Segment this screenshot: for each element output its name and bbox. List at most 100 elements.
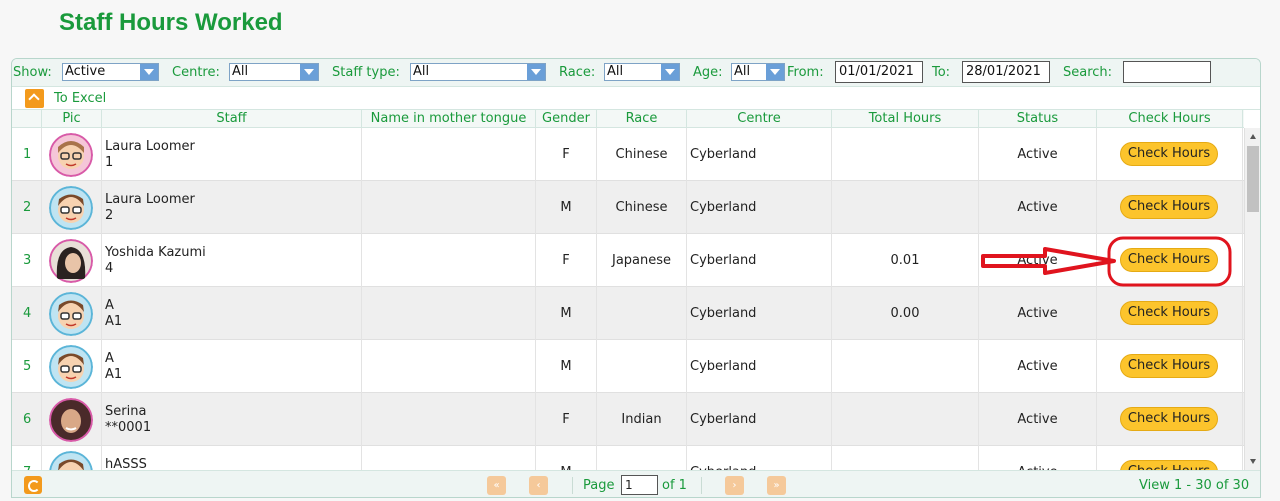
excel-icon[interactable] bbox=[25, 89, 44, 108]
column-header-centre[interactable]: Centre bbox=[687, 110, 832, 128]
chevron-down-icon bbox=[661, 64, 679, 80]
centre-cell: Cyberland bbox=[687, 393, 832, 446]
staff-id: A1 bbox=[105, 367, 123, 382]
table-row[interactable]: 1 Laura Loomer 1 F Chinese Cyberland Active Che… bbox=[12, 128, 1244, 181]
race-cell bbox=[597, 340, 687, 393]
table-row[interactable]: 3 Yoshida Kazumi 4 F Japanese Cyberland 0.01 Ac… bbox=[12, 234, 1244, 287]
chevron-down-icon bbox=[300, 64, 318, 80]
check-hours-button[interactable]: Check Hours bbox=[1120, 301, 1218, 325]
check-hours-button[interactable]: Check Hours bbox=[1120, 407, 1218, 431]
gender-cell: M bbox=[536, 181, 597, 234]
scroll-up-icon[interactable] bbox=[1250, 134, 1256, 139]
search-input[interactable] bbox=[1123, 61, 1211, 83]
staff-type-label: Staff type: bbox=[332, 65, 400, 80]
staff-name: A bbox=[105, 298, 114, 313]
page-number-input[interactable]: 1 bbox=[621, 475, 658, 495]
to-excel-link[interactable]: To Excel bbox=[54, 91, 106, 106]
last-page-icon[interactable]: » bbox=[767, 476, 786, 495]
column-header-mother-tongue[interactable]: Name in mother tongue bbox=[362, 110, 536, 128]
avatar bbox=[49, 186, 93, 230]
avatar bbox=[49, 292, 93, 336]
age-select[interactable]: All bbox=[731, 63, 785, 81]
from-date-input[interactable]: 01/01/2021 bbox=[835, 61, 923, 83]
mother-tongue-cell bbox=[362, 181, 536, 234]
pager-bar: « ‹ Page 1 of 1 › » View 1 - 30 of 30 bbox=[12, 470, 1260, 497]
status-cell: Active bbox=[979, 128, 1097, 181]
view-range-label: View 1 - 30 of 30 bbox=[1139, 478, 1250, 493]
from-label: From: bbox=[787, 65, 824, 80]
age-select-value: All bbox=[734, 64, 751, 79]
row-number: 4 bbox=[12, 287, 42, 340]
refresh-icon[interactable] bbox=[24, 476, 42, 494]
status-cell: Active bbox=[979, 340, 1097, 393]
centre-select[interactable]: All bbox=[229, 63, 319, 81]
column-header-total-hours[interactable]: Total Hours bbox=[832, 110, 979, 128]
prev-page-icon[interactable]: ‹ bbox=[529, 476, 548, 495]
gender-cell: F bbox=[536, 128, 597, 181]
check-hours-button[interactable]: Check Hours bbox=[1120, 354, 1218, 378]
staff-type-select[interactable]: All bbox=[410, 63, 546, 81]
check-hours-button[interactable]: Check Hours bbox=[1120, 195, 1218, 219]
status-cell: Active bbox=[979, 181, 1097, 234]
column-header-gender[interactable]: Gender bbox=[536, 110, 597, 128]
show-select-value: Active bbox=[65, 64, 106, 79]
scroll-down-icon[interactable] bbox=[1250, 459, 1256, 464]
status-cell: Active bbox=[979, 287, 1097, 340]
total-hours-cell bbox=[832, 393, 979, 446]
mother-tongue-cell bbox=[362, 128, 536, 181]
race-label: Race: bbox=[559, 65, 596, 80]
pager-divider bbox=[701, 477, 702, 494]
column-header-num bbox=[12, 110, 42, 128]
table-row[interactable]: 2 Laura Loomer 2 M Chinese Cyberland Active Che… bbox=[12, 181, 1244, 234]
column-header-check-hours[interactable]: Check Hours bbox=[1097, 110, 1243, 128]
centre-cell: Cyberland bbox=[687, 287, 832, 340]
staff-name: A bbox=[105, 351, 114, 366]
filter-bar: Show: Active Centre: All Staff type: All… bbox=[12, 59, 1260, 87]
race-cell bbox=[597, 446, 687, 470]
gender-cell: M bbox=[536, 446, 597, 470]
race-select-value: All bbox=[607, 64, 624, 79]
total-hours-cell bbox=[832, 181, 979, 234]
staff-name: Yoshida Kazumi bbox=[105, 245, 206, 260]
centre-cell: Cyberland bbox=[687, 234, 832, 287]
column-header-pic[interactable]: Pic bbox=[42, 110, 102, 128]
race-select[interactable]: All bbox=[604, 63, 680, 81]
vertical-scrollbar[interactable] bbox=[1244, 128, 1260, 470]
row-number: 7 bbox=[12, 446, 42, 470]
column-header-staff[interactable]: Staff bbox=[102, 110, 362, 128]
centre-cell: Cyberland bbox=[687, 128, 832, 181]
column-header-status[interactable]: Status bbox=[979, 110, 1097, 128]
staff-id: A1 bbox=[105, 314, 123, 329]
scroll-thumb[interactable] bbox=[1247, 146, 1259, 212]
staff-cell bbox=[102, 340, 362, 393]
column-header-race[interactable]: Race bbox=[597, 110, 687, 128]
first-page-icon[interactable]: « bbox=[487, 476, 506, 495]
row-number: 5 bbox=[12, 340, 42, 393]
staff-name: Serina bbox=[105, 404, 147, 419]
total-hours-cell: 0.00 bbox=[832, 287, 979, 340]
staff-name: Laura Loomer bbox=[105, 139, 195, 154]
check-hours-button[interactable]: Check Hours bbox=[1120, 142, 1218, 166]
centre-cell: Cyberland bbox=[687, 340, 832, 393]
page-total-label: of 1 bbox=[662, 478, 687, 493]
staff-cell bbox=[102, 287, 362, 340]
table-row[interactable]: 6 Serina **0001 F Indian Cyberland Active Check… bbox=[12, 393, 1244, 446]
check-hours-button[interactable]: Check Hours bbox=[1120, 248, 1218, 272]
staff-id: 2 bbox=[105, 208, 114, 223]
avatar bbox=[49, 133, 93, 177]
total-hours-cell: 0.01 bbox=[832, 234, 979, 287]
row-number: 6 bbox=[12, 393, 42, 446]
mother-tongue-cell bbox=[362, 446, 536, 470]
row-number: 3 bbox=[12, 234, 42, 287]
next-page-icon[interactable]: › bbox=[725, 476, 744, 495]
table-row[interactable]: 4 A A1 M Cyberland 0.00 Active Check Hours bbox=[12, 287, 1244, 340]
table-row[interactable]: 5 A A1 M Cyberland Active Check Hours bbox=[12, 340, 1244, 393]
to-date-input[interactable]: 28/01/2021 bbox=[962, 61, 1050, 83]
table-row[interactable]: 7 hASSS M Cyberland Active Check Hours bbox=[12, 446, 1244, 470]
centre-select-value: All bbox=[232, 64, 249, 79]
show-select[interactable]: Active bbox=[62, 63, 159, 81]
race-cell: Japanese bbox=[597, 234, 687, 287]
check-hours-button[interactable]: Check Hours bbox=[1120, 460, 1218, 470]
race-cell: Chinese bbox=[597, 128, 687, 181]
chevron-down-icon bbox=[140, 64, 158, 80]
